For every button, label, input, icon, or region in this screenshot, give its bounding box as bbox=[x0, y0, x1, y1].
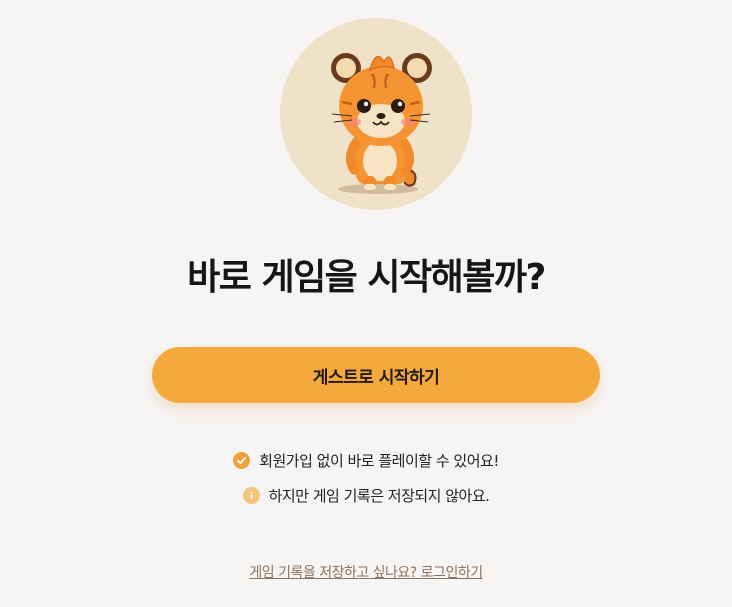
note-no-signup: 회원가입 없이 바로 플레이할 수 있어요! bbox=[0, 448, 732, 472]
note-text: 회원가입 없이 바로 플레이할 수 있어요! bbox=[259, 451, 499, 470]
check-circle-icon bbox=[233, 451, 251, 469]
note-text: 하지만 게임 기록은 저장되지 않아요. bbox=[268, 486, 490, 505]
guest-notes-list: 회원가입 없이 바로 플레이할 수 있어요! 하지만 게임 기록은 저장되지 않… bbox=[0, 448, 732, 518]
start-as-guest-button[interactable]: 게스트로 시작하기 bbox=[152, 347, 600, 403]
page-title: 바로 게임을 시작해볼까? bbox=[187, 257, 546, 298]
note-no-record-save: 하지만 게임 기록은 저장되지 않아요. bbox=[0, 483, 732, 507]
tiger-mascot-icon bbox=[331, 53, 432, 194]
guest-start-page: 바로 게임을 시작해볼까? 게스트로 시작하기 회원가입 없이 바로 플레이할 … bbox=[0, 0, 732, 607]
tiger-mascot-illustration bbox=[280, 18, 472, 210]
info-icon bbox=[242, 486, 260, 504]
login-link[interactable]: 게임 기록을 저장하고 싶나요? 로그인하기 bbox=[0, 562, 732, 582]
